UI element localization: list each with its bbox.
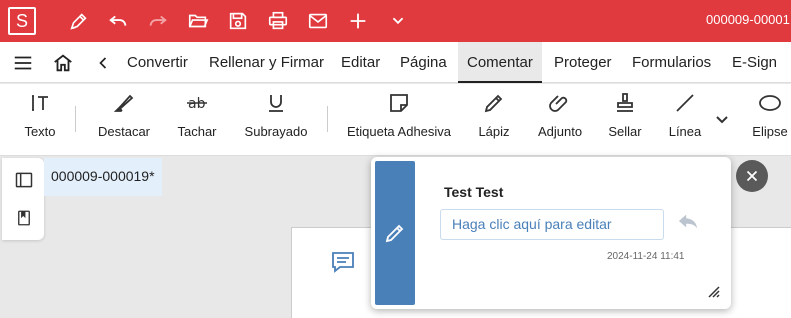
save-icon[interactable]: [226, 9, 250, 33]
tool-subrayado[interactable]: Subrayado: [244, 84, 308, 156]
print-icon[interactable]: [266, 9, 290, 33]
redo-icon[interactable]: [146, 9, 170, 33]
tool-label: Tachar: [177, 124, 217, 139]
menu-rellenar-y-firmar[interactable]: Rellenar y Firmar: [209, 42, 324, 83]
tool-etiqueta-adhesiva[interactable]: Etiqueta Adhesiva: [346, 84, 452, 156]
menu-formularios[interactable]: Formularios: [632, 42, 711, 83]
menu-comentar[interactable]: Comentar: [458, 42, 542, 83]
resize-handle-icon[interactable]: [707, 285, 721, 299]
tool-sellar[interactable]: Sellar: [606, 84, 644, 156]
stamp-icon: [613, 84, 637, 122]
comment-strip: [375, 161, 415, 305]
menu-proteger[interactable]: Proteger: [554, 42, 612, 83]
comment-text-field[interactable]: Haga clic aquí para editar: [440, 209, 664, 240]
ellipse-icon: [758, 84, 782, 122]
comment-ribbon: Texto Destacar ab Tachar Subrayado Etiqu…: [0, 84, 791, 156]
reply-icon[interactable]: [677, 211, 699, 231]
tool-label: Sellar: [608, 124, 642, 139]
shapes-dropdown[interactable]: [712, 84, 732, 156]
tool-label: Elipse: [752, 124, 788, 139]
underline-icon: [264, 84, 288, 122]
menu-pagina[interactable]: Página: [400, 42, 447, 83]
tool-texto[interactable]: Texto: [22, 84, 58, 156]
tool-elipse[interactable]: Elipse: [750, 84, 790, 156]
home-icon[interactable]: [52, 52, 74, 74]
comment-author: Test Test: [444, 184, 504, 200]
plus-icon[interactable]: [346, 9, 370, 33]
chevron-down-icon[interactable]: [386, 9, 410, 33]
sticky-note-icon: [387, 84, 411, 122]
tool-label: Adjunto: [537, 124, 583, 139]
open-folder-icon[interactable]: [186, 9, 210, 33]
title-bar: S 000009-00001: [0, 0, 791, 42]
pen-icon[interactable]: [67, 9, 91, 33]
pencil-icon: [482, 84, 506, 122]
document-tab[interactable]: 000009-000019*: [44, 158, 162, 196]
chevron-left-icon[interactable]: [92, 52, 114, 74]
hamburger-menu-icon[interactable]: [12, 52, 34, 74]
bookmark-panel-icon[interactable]: [14, 208, 34, 228]
tool-linea[interactable]: Línea: [666, 84, 704, 156]
undo-icon[interactable]: [106, 9, 130, 33]
tool-label: Destacar: [97, 124, 151, 139]
svg-text:ab: ab: [188, 96, 206, 112]
left-side-panel: [2, 158, 44, 240]
tool-label: Texto: [24, 124, 56, 139]
tool-label: Subrayado: [244, 124, 308, 139]
comment-timestamp: 2024-11-24 11:41: [607, 251, 685, 262]
comment-annotation-icon[interactable]: [331, 251, 355, 273]
thumbnails-panel-icon[interactable]: [14, 170, 34, 190]
paperclip-icon: [548, 84, 572, 122]
tool-lapiz[interactable]: Lápiz: [476, 84, 512, 156]
tool-adjunto[interactable]: Adjunto: [536, 84, 584, 156]
tool-label: Etiqueta Adhesiva: [346, 124, 452, 139]
document-title: 000009-00001: [706, 12, 790, 27]
menu-e-sign[interactable]: E-Sign: [732, 42, 777, 83]
app-logo: S: [8, 7, 36, 35]
menu-convertir[interactable]: Convertir: [127, 42, 188, 83]
highlight-icon: [112, 84, 136, 122]
text-tool-icon: [28, 84, 52, 122]
divider: [327, 106, 328, 132]
close-icon[interactable]: [736, 160, 768, 192]
tool-label: Lápiz: [478, 124, 510, 139]
chevron-down-icon: [710, 84, 734, 156]
pencil-icon: [385, 224, 404, 243]
menu-bar: Convertir Rellenar y Firmar Editar Págin…: [0, 42, 791, 83]
mail-icon[interactable]: [306, 9, 330, 33]
line-icon: [673, 84, 697, 122]
divider: [75, 106, 76, 132]
tool-tachar[interactable]: ab Tachar: [175, 84, 219, 156]
menu-editar[interactable]: Editar: [341, 42, 380, 83]
tool-destacar[interactable]: Destacar: [94, 84, 154, 156]
strikethrough-icon: ab: [185, 84, 209, 122]
tool-label: Línea: [668, 124, 702, 139]
comment-popup: Test Test Haga clic aquí para editar 202…: [371, 157, 731, 309]
